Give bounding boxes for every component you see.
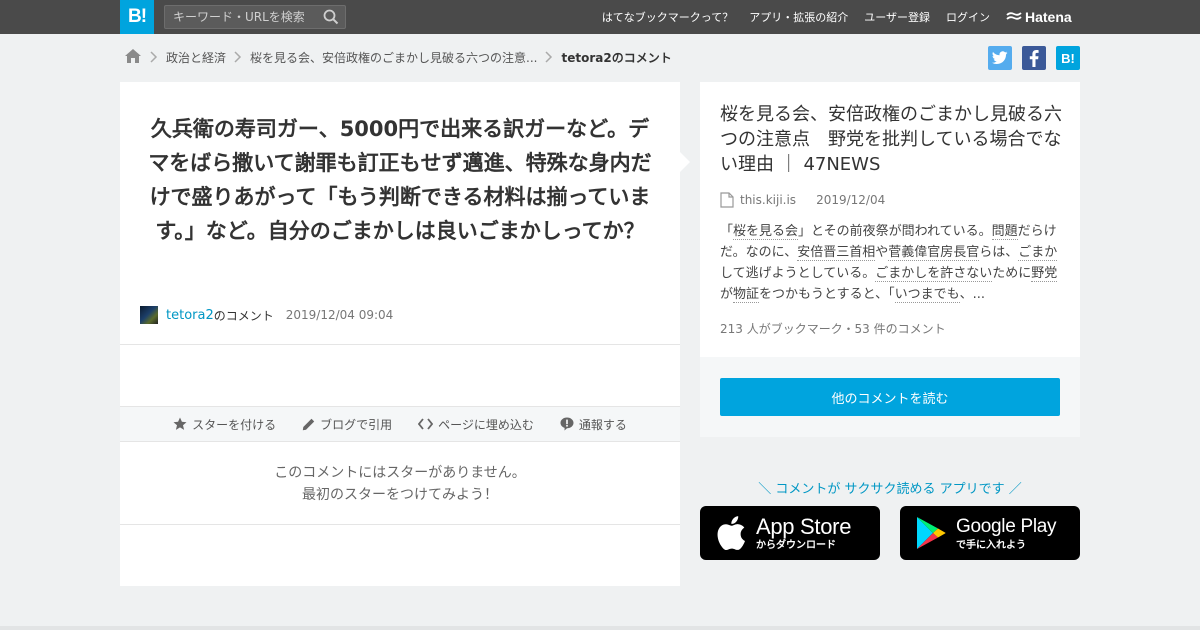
twitter-icon (992, 51, 1008, 65)
comment-user-suffix: のコメント (213, 308, 274, 323)
global-header: B! はてなブックマークって？ アプリ・拡張の紹介 ユーザー登録 ログイン Ha… (0, 0, 1200, 34)
comment-text: 久兵衛の寿司ガー、5000円で出来る訳ガーなど。デマをばら撒いて謝罪も訂正もせず… (148, 117, 652, 243)
google-play-badge[interactable]: Google Play で手に入れよう (900, 506, 1080, 560)
apple-icon (716, 515, 746, 551)
entry-title-link[interactable]: 桜を見る会、安倍政権のごまかし見破る六つの注意点 野党を批判している場合でない理… (720, 102, 1062, 177)
nav-about[interactable]: はてなブックマークって？ (602, 9, 733, 25)
comment-meta: tetora2 のコメント 2019/12/04 09:04 (140, 306, 393, 324)
no-star-message: このコメントにはスターがありません。 最初のスターをつけてみよう！ (120, 462, 680, 506)
hatena-brand-label: Hatena (1025, 9, 1072, 25)
report-button[interactable]: 通報する (560, 416, 627, 433)
home-icon[interactable] (124, 48, 142, 67)
keyword-link[interactable]: ごまか (1018, 245, 1058, 261)
read-more-comments-button[interactable]: 他のコメントを読む (720, 378, 1060, 416)
keyword-link[interactable]: 菅義偉官房長官 (888, 245, 980, 261)
facebook-icon (1029, 49, 1039, 67)
entry-domain[interactable]: this.kiji.is (740, 193, 796, 207)
nav-register[interactable]: ユーザー登録 (864, 9, 930, 25)
search-input[interactable] (165, 6, 315, 28)
search-box (164, 5, 346, 29)
hatena-wave-icon (1006, 12, 1022, 20)
comment-actions: スターを付ける ブログで引用 ページに埋め込む 通報する (120, 406, 680, 442)
blog-quote-label: ブログで引用 (320, 417, 393, 432)
hatena-share-button[interactable]: B! (1056, 46, 1080, 70)
breadcrumb-entry[interactable]: 桜を見る会、安倍政権のごまかし見破る六つの注意... (250, 49, 537, 66)
share-buttons: B! (978, 46, 1080, 70)
document-icon (720, 192, 734, 208)
bookmark-count[interactable]: 213 人がブックマーク・53 件のコメント (720, 320, 946, 337)
breadcrumb-category[interactable]: 政治と経済 (166, 49, 226, 66)
divider (120, 524, 680, 525)
pencil-icon (302, 418, 315, 430)
search-icon[interactable] (323, 9, 339, 25)
chevron-right-icon (150, 51, 158, 63)
star-icon (173, 417, 187, 430)
embed-button[interactable]: ページに埋め込む (418, 416, 534, 433)
add-star-label: スターを付ける (192, 417, 277, 432)
entry-card-footer: 他のコメントを読む (700, 357, 1080, 437)
chevron-right-icon (545, 51, 553, 63)
breadcrumb-current: tetora2のコメント (561, 50, 672, 65)
nav-apps[interactable]: アプリ・拡張の紹介 (749, 9, 848, 25)
report-icon (560, 417, 574, 431)
chevron-right-icon (234, 51, 242, 63)
facebook-share-button[interactable] (1022, 46, 1046, 70)
embed-label: ページに埋め込む (438, 417, 534, 432)
add-star-button[interactable]: スターを付ける (173, 416, 276, 433)
hatena-brand[interactable]: Hatena (1006, 0, 1072, 34)
breadcrumb: 政治と経済 桜を見る会、安倍政権のごまかし見破る六つの注意... tetora2… (124, 46, 672, 68)
keyword-link[interactable]: 物証 (733, 287, 760, 303)
blog-quote-button[interactable]: ブログで引用 (302, 416, 392, 433)
app-promo-text: ＼ コメントが サクサク読める アプリです ／ (758, 482, 1022, 497)
app-store-label: App Store (756, 513, 852, 539)
keyword-link[interactable]: 問題 (991, 224, 1018, 240)
google-play-label: Google Play (956, 515, 1057, 537)
hatena-bookmark-logo[interactable]: B! (120, 0, 154, 34)
entry-meta: this.kiji.is 2019/12/04 (720, 192, 885, 208)
comment-date: 2019/12/04 09:04 (285, 308, 394, 322)
report-label: 通報する (578, 417, 627, 432)
comment-user-link[interactable]: tetora2 (166, 308, 214, 323)
keyword-link[interactable]: 桜を見る会 (733, 224, 799, 240)
avatar[interactable] (140, 306, 158, 324)
comment-card: 久兵衛の寿司ガー、5000円で出来る訳ガーなど。デマをばら撒いて謝罪も訂正もせず… (120, 82, 680, 586)
app-store-badge[interactable]: App Store からダウンロード (700, 506, 880, 560)
no-star-line: このコメントにはスターがありません。 (274, 465, 526, 481)
entry-card: 桜を見る会、安倍政権のごまかし見破る六つの注意点 野党を批判している場合でない理… (700, 82, 1080, 437)
footer-divider (0, 626, 1200, 630)
app-store-text: App Store からダウンロード (756, 513, 852, 552)
entry-date: 2019/12/04 (816, 193, 886, 207)
card-pointer (680, 152, 690, 172)
code-icon (418, 418, 434, 430)
header-nav: はてなブックマークって？ アプリ・拡張の紹介 ユーザー登録 ログイン (586, 0, 990, 34)
keyword-link[interactable]: ごまかしを許さない (875, 266, 993, 282)
keyword-link[interactable]: いつまでも (894, 287, 960, 303)
divider (120, 344, 680, 345)
first-star-prompt: 最初のスターをつけてみよう！ (302, 487, 498, 503)
google-play-sublabel: で手に入れよう (956, 539, 1026, 551)
google-play-icon (916, 516, 946, 550)
google-play-text: Google Play で手に入れよう (956, 515, 1057, 552)
twitter-share-button[interactable] (988, 46, 1012, 70)
entry-summary: 「桜を見る会」とその前夜祭が問われている。問題だらけだ。なのに、安倍晋三首相や菅… (720, 224, 1058, 303)
nav-login[interactable]: ログイン (946, 9, 990, 25)
keyword-link[interactable]: 野党 (1031, 266, 1058, 282)
app-store-sublabel: からダウンロード (756, 539, 836, 551)
keyword-link[interactable]: 安倍晋三首相 (797, 245, 876, 261)
